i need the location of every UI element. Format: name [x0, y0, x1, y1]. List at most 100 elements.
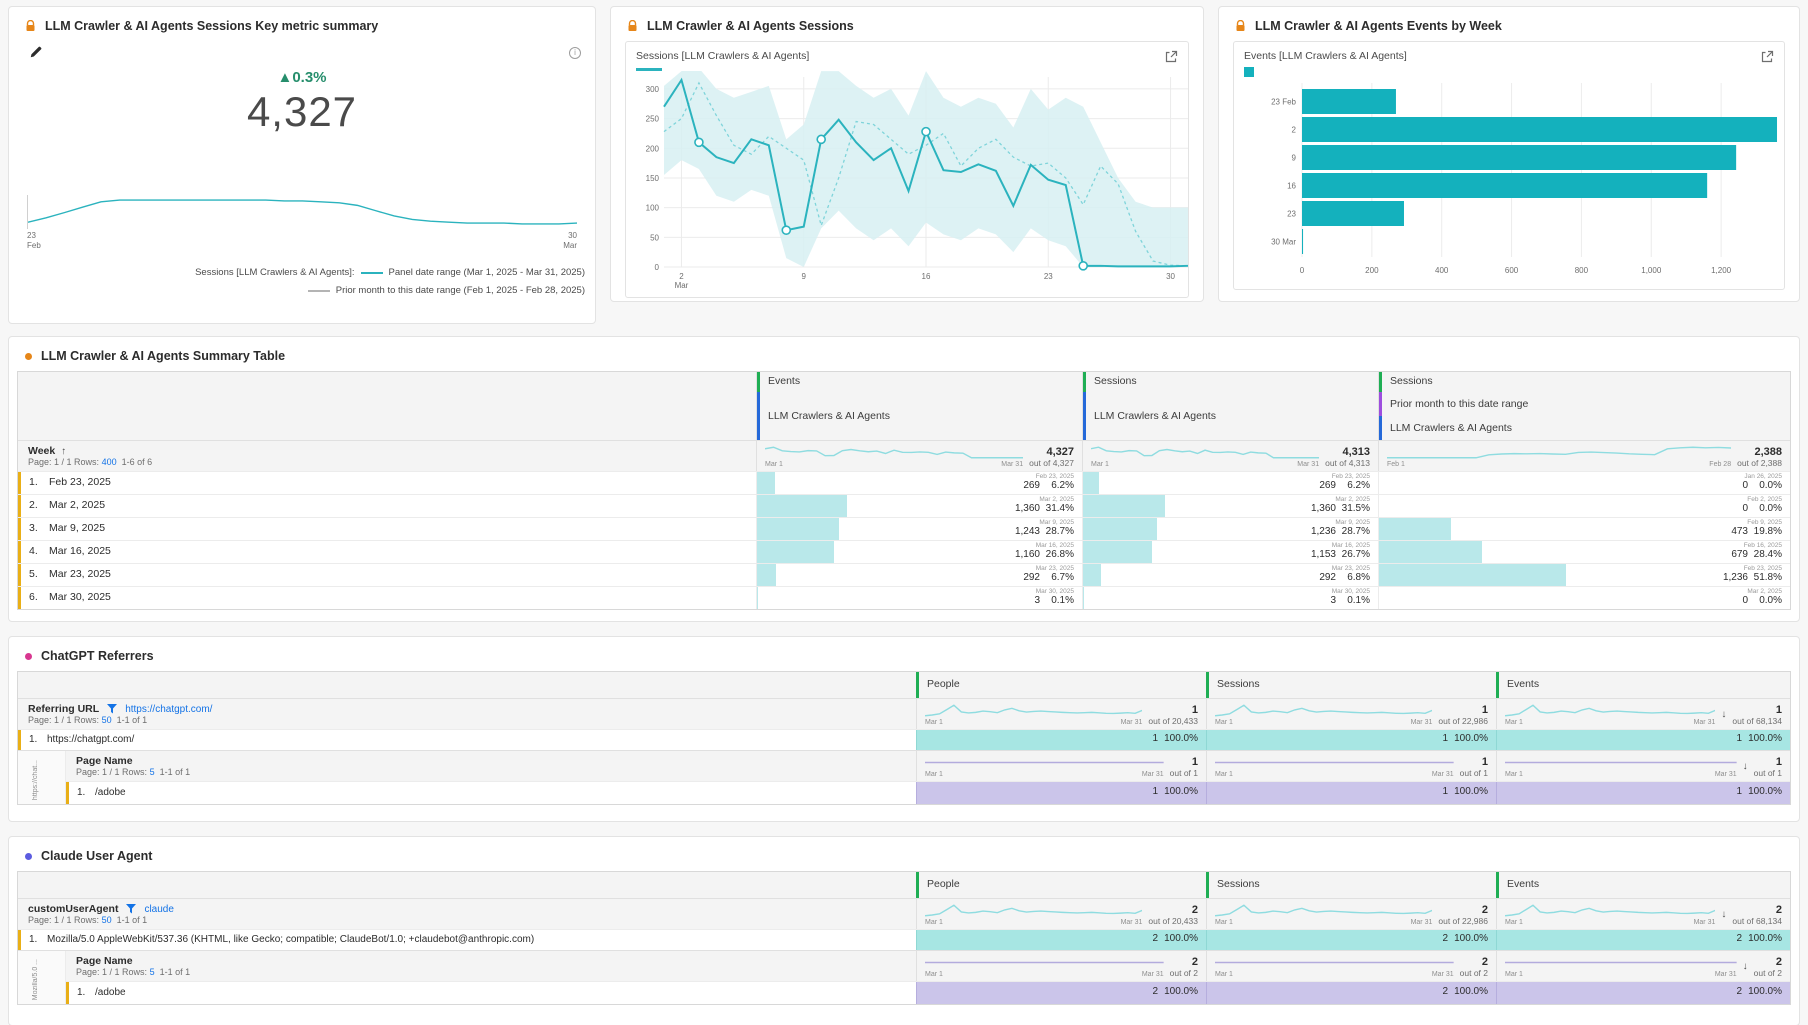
sessions-value-cell[interactable]: 2100.0% [1206, 982, 1496, 1004]
sessions-prior-value-cell[interactable]: Jan 26, 202500.0% [1378, 472, 1790, 494]
events-value-cell[interactable]: 1100.0% [1496, 782, 1790, 804]
dimension-label[interactable]: Page Name [76, 755, 906, 767]
events-value-cell[interactable]: Feb 23, 20252696.2% [756, 472, 1082, 494]
user-agent-cell[interactable]: 1.Mozilla/5.0 AppleWebKit/537.36 (KHTML,… [18, 930, 916, 950]
key-metric-sparkline[interactable] [27, 195, 577, 229]
sessions-prior-total-cell[interactable]: Feb 1Feb 28 2,388out of 2,388 [1378, 441, 1790, 471]
sessions-value-cell[interactable]: Feb 23, 20252696.2% [1082, 472, 1378, 494]
dimension-label[interactable]: Week [28, 445, 55, 457]
people-value-cell[interactable]: 2100.0% [916, 930, 1206, 950]
metric-header-events[interactable]: Events [757, 372, 1082, 392]
sessions-prior-value-cell[interactable]: Feb 2, 202500.0% [1378, 495, 1790, 517]
segment-header[interactable]: LLM Crawlers & AI Agents [1379, 416, 1790, 440]
events-bar-chart[interactable]: 02004006008001,0001,20023 Feb29162330 Ma… [1244, 77, 1792, 285]
people-total-cell[interactable]: Mar 1Mar 31 2out of 20,433 [916, 899, 1206, 929]
filter-value-link[interactable]: claude [144, 904, 173, 915]
events-total-cell[interactable]: Mar 1Mar 31 4,327out of 4,327 [756, 441, 1082, 471]
segment-header[interactable]: LLM Crawlers & AI Agents [757, 392, 1082, 440]
sort-down-arrow[interactable]: ↓ [1743, 961, 1748, 972]
sessions-value-cell[interactable]: 1100.0% [1206, 782, 1496, 804]
metric-header-sessions[interactable]: Sessions [1206, 672, 1496, 698]
people-total-cell[interactable]: Mar 1Mar 31 1out of 20,433 [916, 699, 1206, 729]
sort-down-arrow[interactable]: ↓ [1743, 761, 1748, 772]
week-cell[interactable]: 5.Mar 23, 2025 [18, 564, 756, 586]
metric-header-people[interactable]: People [916, 672, 1206, 698]
metric-header-sessions[interactable]: Sessions [1206, 872, 1496, 898]
events-value-cell[interactable]: 2100.0% [1496, 982, 1790, 1004]
week-cell[interactable]: 2.Mar 2, 2025 [18, 495, 756, 517]
people-value-cell[interactable]: 1100.0% [916, 730, 1206, 750]
chatgpt-referrers-panel: ChatGPT Referrers People Sessions Events… [8, 636, 1800, 822]
events-value-cell[interactable]: Mar 9, 20251,24328.7% [756, 518, 1082, 540]
week-cell[interactable]: 3.Mar 9, 2025 [18, 518, 756, 540]
page-name-cell[interactable]: 1./adobe [66, 782, 916, 804]
events-value-cell[interactable]: Mar 23, 20252926.7% [756, 564, 1082, 586]
metric-header-sessions-prior[interactable]: Sessions [1379, 372, 1790, 392]
sessions-value-cell[interactable]: 1100.0% [1206, 730, 1496, 750]
events-subtotal-cell[interactable]: Mar 1Mar 31 ↓ 1out of 1 [1496, 751, 1790, 781]
events-value-cell[interactable]: Mar 30, 202530.1% [756, 587, 1082, 609]
sessions-value-cell[interactable]: Mar 2, 20251,36031.5% [1082, 495, 1378, 517]
filter-icon[interactable] [107, 704, 117, 714]
export-icon[interactable] [1164, 50, 1178, 69]
events-value-cell[interactable]: Mar 2, 20251,36031.4% [756, 495, 1082, 517]
sessions-total-cell[interactable]: Mar 1Mar 31 4,313out of 4,313 [1082, 441, 1378, 471]
sessions-prior-value-cell[interactable]: Feb 16, 202567928.4% [1378, 541, 1790, 563]
sessions-prior-value-cell[interactable]: Feb 23, 20251,23651.8% [1378, 564, 1790, 586]
sessions-value-cell[interactable]: Mar 9, 20251,23628.7% [1082, 518, 1378, 540]
sort-down-arrow[interactable]: ↓ [1721, 709, 1726, 720]
week-cell[interactable]: 4.Mar 16, 2025 [18, 541, 756, 563]
metric-header-events[interactable]: Events [1496, 672, 1790, 698]
daterange-header[interactable]: Prior month to this date range [1379, 392, 1790, 416]
sessions-value-cell[interactable]: Mar 30, 202530.1% [1082, 587, 1378, 609]
events-value-cell[interactable]: 1100.0% [1496, 730, 1790, 750]
table-row: 5.Mar 23, 2025 Mar 23, 20252926.7% Mar 2… [18, 563, 1790, 586]
dimension-label[interactable]: Page Name [76, 955, 906, 967]
filter-value-link[interactable]: https://chatgpt.com/ [125, 704, 212, 715]
page-name-cell[interactable]: 1./adobe [66, 982, 916, 1004]
rows-count-link[interactable]: 5 [150, 767, 155, 777]
rows-count-link[interactable]: 400 [102, 457, 117, 467]
rows-count-link[interactable]: 50 [102, 715, 112, 725]
sessions-subtotal-cell[interactable]: Mar 1Mar 31 1out of 1 [1206, 751, 1496, 781]
segment-header[interactable]: LLM Crawlers & AI Agents [1083, 392, 1378, 440]
week-cell[interactable]: 1.Feb 23, 2025 [18, 472, 756, 494]
people-subtotal-cell[interactable]: Mar 1Mar 31 1out of 1 [916, 751, 1206, 781]
sessions-prior-value-cell[interactable]: Mar 2, 202500.0% [1378, 587, 1790, 609]
sessions-total-cell[interactable]: Mar 1Mar 31 2out of 22,986 [1206, 899, 1496, 929]
people-value-cell[interactable]: 1100.0% [916, 782, 1206, 804]
referrer-cell[interactable]: 1.https://chatgpt.com/ [18, 730, 916, 750]
sessions-prior-value-cell[interactable]: Feb 9, 202547319.8% [1378, 518, 1790, 540]
week-cell[interactable]: 6.Mar 30, 2025 [18, 587, 756, 609]
events-total-cell[interactable]: Mar 1Mar 31 ↓ 1out of 68,134 [1496, 699, 1790, 729]
sort-up-arrow[interactable]: ↑ [61, 446, 66, 457]
dimension-label[interactable]: Referring URL [28, 703, 99, 715]
metric-header-people[interactable]: People [916, 872, 1206, 898]
info-icon[interactable]: i [569, 47, 581, 59]
sessions-value-cell[interactable]: Mar 16, 20251,15326.7% [1082, 541, 1378, 563]
rows-count-link[interactable]: 5 [150, 967, 155, 977]
sessions-total-cell[interactable]: Mar 1Mar 31 1out of 22,986 [1206, 699, 1496, 729]
events-subtotal-cell[interactable]: Mar 1Mar 31 ↓ 2out of 2 [1496, 951, 1790, 981]
rail-label: https://chat... [32, 760, 39, 800]
dimension-label[interactable]: customUserAgent [28, 903, 118, 915]
events-value-cell[interactable]: 2100.0% [1496, 930, 1790, 950]
metric-header-sessions[interactable]: Sessions [1083, 372, 1378, 392]
edit-pencil-icon[interactable] [29, 45, 43, 64]
sessions-line-chart[interactable]: 0501001502002503002Mar9162330 [636, 71, 1196, 293]
people-subtotal-cell[interactable]: Mar 1Mar 31 2out of 2 [916, 951, 1206, 981]
filter-icon[interactable] [126, 904, 136, 914]
export-icon[interactable] [1760, 50, 1774, 69]
sessions-value-cell[interactable]: Mar 23, 20252926.8% [1082, 564, 1378, 586]
rows-count-link[interactable]: 50 [102, 915, 112, 925]
sparkline [1091, 445, 1319, 460]
sessions-subtotal-cell[interactable]: Mar 1Mar 31 2out of 2 [1206, 951, 1496, 981]
sessions-value-cell[interactable]: 2100.0% [1206, 930, 1496, 950]
svg-text:250: 250 [646, 115, 660, 124]
events-total-cell[interactable]: Mar 1Mar 31 ↓ 2out of 68,134 [1496, 899, 1790, 929]
metric-header-events[interactable]: Events [1496, 872, 1790, 898]
sort-down-arrow[interactable]: ↓ [1721, 909, 1726, 920]
svg-text:9: 9 [1292, 154, 1297, 163]
events-value-cell[interactable]: Mar 16, 20251,16026.8% [756, 541, 1082, 563]
people-value-cell[interactable]: 2100.0% [916, 982, 1206, 1004]
